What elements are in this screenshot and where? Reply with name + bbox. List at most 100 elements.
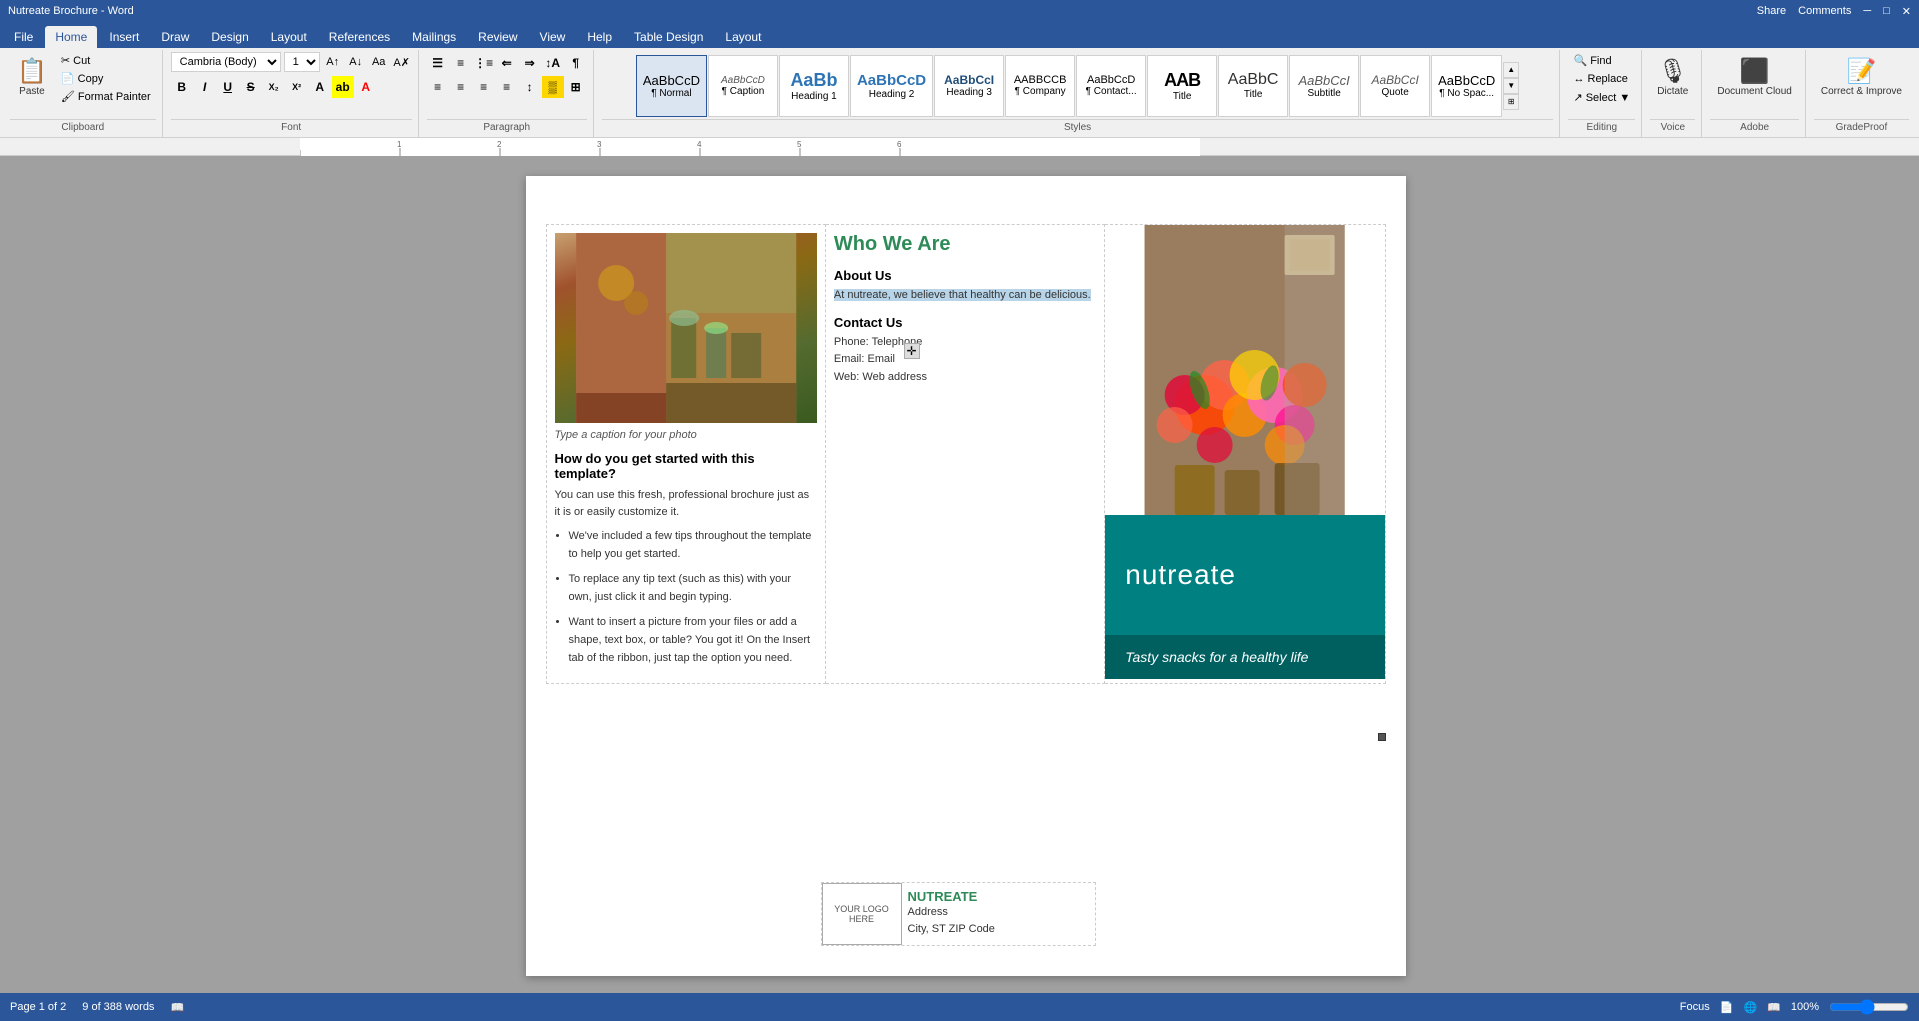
text-effect-btn[interactable]: A [309,76,331,98]
menu-tab-file[interactable]: File [4,26,43,48]
svg-text:4: 4 [697,140,702,149]
clipboard-content: 📋 Paste ✂ Cut 📄 Copy 🖌 Format Painter [10,52,156,119]
shading-btn[interactable]: ▒ [542,76,564,98]
format-painter-button[interactable]: 🖌 Format Painter [56,88,156,105]
styles-expand[interactable]: ⊞ [1503,94,1519,110]
change-case-btn[interactable]: Aa [369,52,389,72]
minimize-btn[interactable]: ─ [1863,5,1871,17]
about-heading: About Us [834,268,1096,283]
clipboard-small-btns: ✂ Cut 📄 Copy 🖌 Format Painter [56,52,156,105]
about-text-highlighted: At nutreate, we believe that healthy can… [834,289,1091,301]
align-left-btn[interactable]: ≡ [427,76,449,98]
editing-content: 🔍 Find ↔ Replace ↗ Select ▼ [1568,52,1635,119]
adobe-content: ⬛ Document Cloud [1710,52,1798,119]
voice-content: 🎙 Dictate [1650,52,1695,119]
justify-btn[interactable]: ≡ [496,76,518,98]
superscript-btn[interactable]: X² [286,76,308,98]
style-company[interactable]: AABBCCB ¶ Company [1005,55,1075,117]
decrease-font-btn[interactable]: A↓ [346,52,366,72]
style-heading3-label: Heading 3 [946,87,992,98]
contact-heading: Contact Us [834,315,1096,330]
menu-tab-table-design[interactable]: Table Design [624,26,713,48]
style-quote[interactable]: AaBbCcI Quote [1360,55,1430,117]
maximize-btn[interactable]: □ [1883,5,1890,17]
share-btn[interactable]: Share [1757,5,1786,17]
bullet-list-btn[interactable]: ☰ [427,52,449,74]
menu-tab-help[interactable]: Help [577,26,622,48]
increase-indent-btn[interactable]: ⇒ [519,52,541,74]
paste-button[interactable]: 📋 Paste [10,52,54,102]
logo-text: YOUR LOGO HERE [827,904,897,924]
styles-scroll[interactable]: ▲ ▼ ⊞ [1503,62,1519,110]
borders-btn[interactable]: ⊞ [565,76,587,98]
zoom-slider[interactable] [1829,999,1909,1015]
menu-tab-mailings[interactable]: Mailings [402,26,466,48]
increase-font-btn[interactable]: A↑ [323,52,343,72]
brochure-row: Type a caption for your photo How do you… [546,225,1385,684]
menu-tab-references[interactable]: References [319,26,400,48]
numbered-list-btn[interactable]: ≡ [450,52,472,74]
menu-tab-design[interactable]: Design [201,26,258,48]
menu-tab-insert[interactable]: Insert [99,26,149,48]
strikethrough-btn[interactable]: S [240,76,262,98]
select-button[interactable]: ↗ Select ▼ [1568,89,1635,106]
align-right-btn[interactable]: ≡ [473,76,495,98]
styles-scroll-up[interactable]: ▲ [1503,62,1519,78]
style-heading1[interactable]: AaBb Heading 1 [779,55,849,117]
subscript-btn[interactable]: X₂ [263,76,285,98]
view-read-icon[interactable]: 📖 [1767,1001,1781,1014]
font-size-select[interactable]: 11 [284,52,320,72]
menu-tab-home[interactable]: Home [45,26,97,48]
style-heading3[interactable]: AaBbCcI Heading 3 [934,55,1004,117]
bold-btn[interactable]: B [171,76,193,98]
table-move-handle[interactable]: ✛ [904,343,920,359]
font-color-btn[interactable]: A [355,76,377,98]
template-question: How do you get started with this templat… [555,451,817,481]
ribbon-group-paragraph: ☰ ≡ ⋮≡ ⇐ ⇒ ↕A ¶ ≡ ≡ ≡ ≡ ↕ ▒ ⊞ Paragraph [421,50,594,137]
cut-button[interactable]: ✂ Cut [56,52,156,69]
brand-block: nutreate [1105,515,1384,635]
style-nospace[interactable]: AaBbCcD ¶ No Spac... [1431,55,1502,117]
ribbon-group-editing: 🔍 Find ↔ Replace ↗ Select ▼ Editing [1562,50,1642,137]
adobe-button[interactable]: ⬛ Document Cloud [1710,52,1798,102]
style-normal[interactable]: AaBbCcD ¶ Normal [636,55,707,117]
style-subtitle[interactable]: AaBbCcI Subtitle [1289,55,1359,117]
font-name-select[interactable]: Cambria (Body) [171,52,281,72]
replace-button[interactable]: ↔ Replace [1568,71,1632,87]
style-caption[interactable]: AaBbCcD ¶ Caption [708,55,778,117]
style-title[interactable]: AaBbC Title [1218,55,1288,117]
menu-tab-review[interactable]: Review [468,26,527,48]
focus-label[interactable]: Focus [1680,1001,1710,1013]
sort-btn[interactable]: ↕A [542,52,564,74]
italic-btn[interactable]: I [194,76,216,98]
line-spacing-btn[interactable]: ↕ [519,76,541,98]
style-title-bold[interactable]: AAB Title [1147,55,1217,117]
view-print-icon[interactable]: 📄 [1720,1001,1734,1014]
decrease-indent-btn[interactable]: ⇐ [496,52,518,74]
comments-btn[interactable]: Comments [1798,5,1851,17]
style-heading2[interactable]: AaBbCcD Heading 2 [850,55,933,117]
table-resize-handle[interactable] [1378,733,1386,741]
style-contact[interactable]: AaBbCcD ¶ Contact... [1076,55,1146,117]
menu-tab-view[interactable]: View [530,26,576,48]
dictate-button[interactable]: 🎙 Dictate [1650,52,1695,102]
find-button[interactable]: 🔍 Find [1568,52,1616,69]
tip-2: To replace any tip text (such as this) w… [569,571,817,606]
kitchen-svg [555,233,817,423]
dictate-icon: 🎙 [1658,57,1688,86]
copy-button[interactable]: 📄 Copy [56,70,156,87]
show-hide-btn[interactable]: ¶ [565,52,587,74]
menu-tab-draw[interactable]: Draw [151,26,199,48]
clear-format-btn[interactable]: A✗ [392,52,412,72]
close-btn[interactable]: ✕ [1902,5,1911,18]
align-center-btn[interactable]: ≡ [450,76,472,98]
document-area[interactable]: ✛ [12,156,1919,993]
multilevel-list-btn[interactable]: ⋮≡ [473,52,495,74]
menu-tab-layout2[interactable]: Layout [715,26,771,48]
styles-scroll-down[interactable]: ▼ [1503,78,1519,94]
highlight-btn[interactable]: ab [332,76,354,98]
menu-tab-layout[interactable]: Layout [261,26,317,48]
underline-btn[interactable]: U [217,76,239,98]
view-web-icon[interactable]: 🌐 [1743,1001,1757,1014]
gradeproof-button[interactable]: 📝 Correct & Improve [1814,52,1909,102]
